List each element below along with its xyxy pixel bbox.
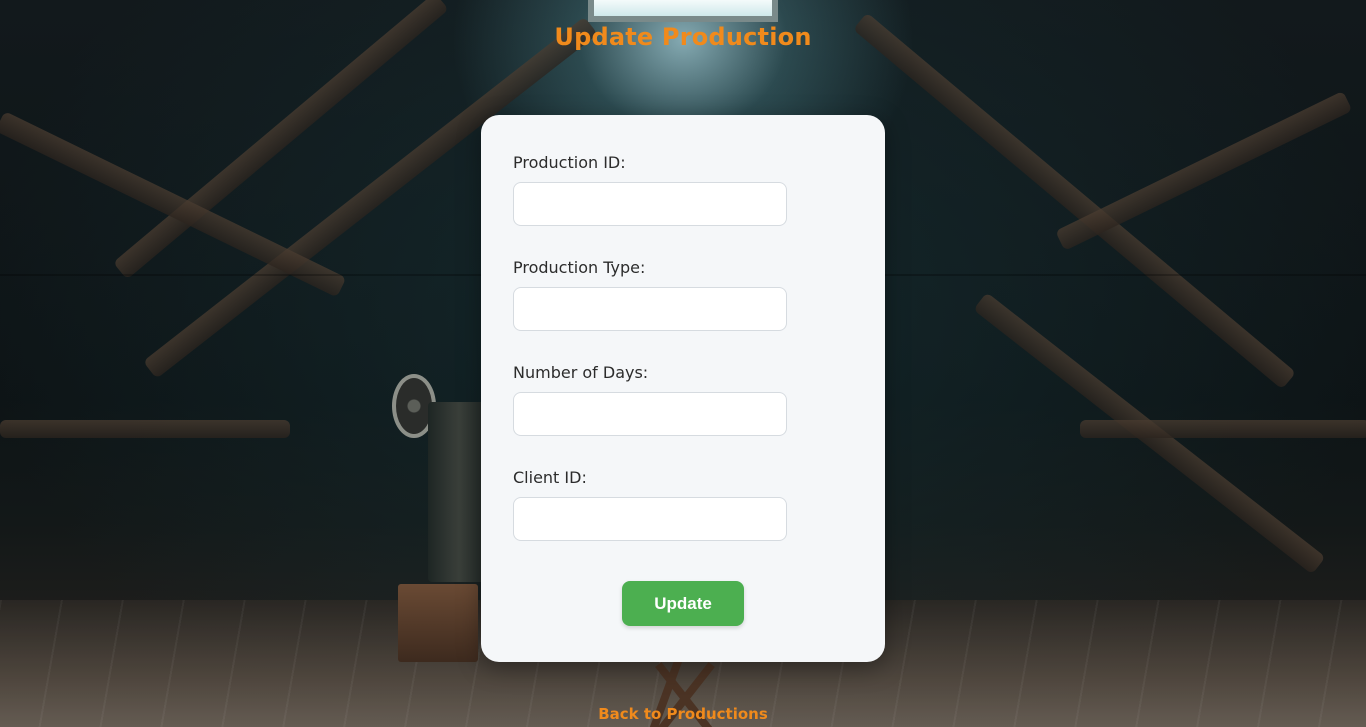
production-id-input[interactable]: [513, 182, 787, 226]
production-type-label: Production Type:: [513, 258, 646, 277]
projector-case: [398, 584, 478, 662]
number-of-days-input[interactable]: [513, 392, 787, 436]
roof-beam: [0, 111, 347, 298]
production-id-label: Production ID:: [513, 153, 626, 172]
update-production-form: Production ID: Production Type: Number o…: [481, 115, 885, 662]
client-id-label: Client ID:: [513, 468, 587, 487]
page-title: Update Production: [554, 23, 812, 51]
roof-beam: [1080, 420, 1366, 438]
skylight-window: [588, 0, 778, 22]
film-projector-illustration: [390, 372, 490, 662]
client-id-input[interactable]: [513, 497, 787, 541]
roof-beam: [0, 420, 290, 438]
back-to-productions-link[interactable]: Back to Productions: [0, 703, 1366, 725]
update-button[interactable]: Update: [622, 581, 744, 626]
number-of-days-label: Number of Days:: [513, 363, 649, 382]
roof-beam: [852, 12, 1297, 390]
production-type-input[interactable]: [513, 287, 787, 331]
roof-beam: [1055, 90, 1353, 251]
